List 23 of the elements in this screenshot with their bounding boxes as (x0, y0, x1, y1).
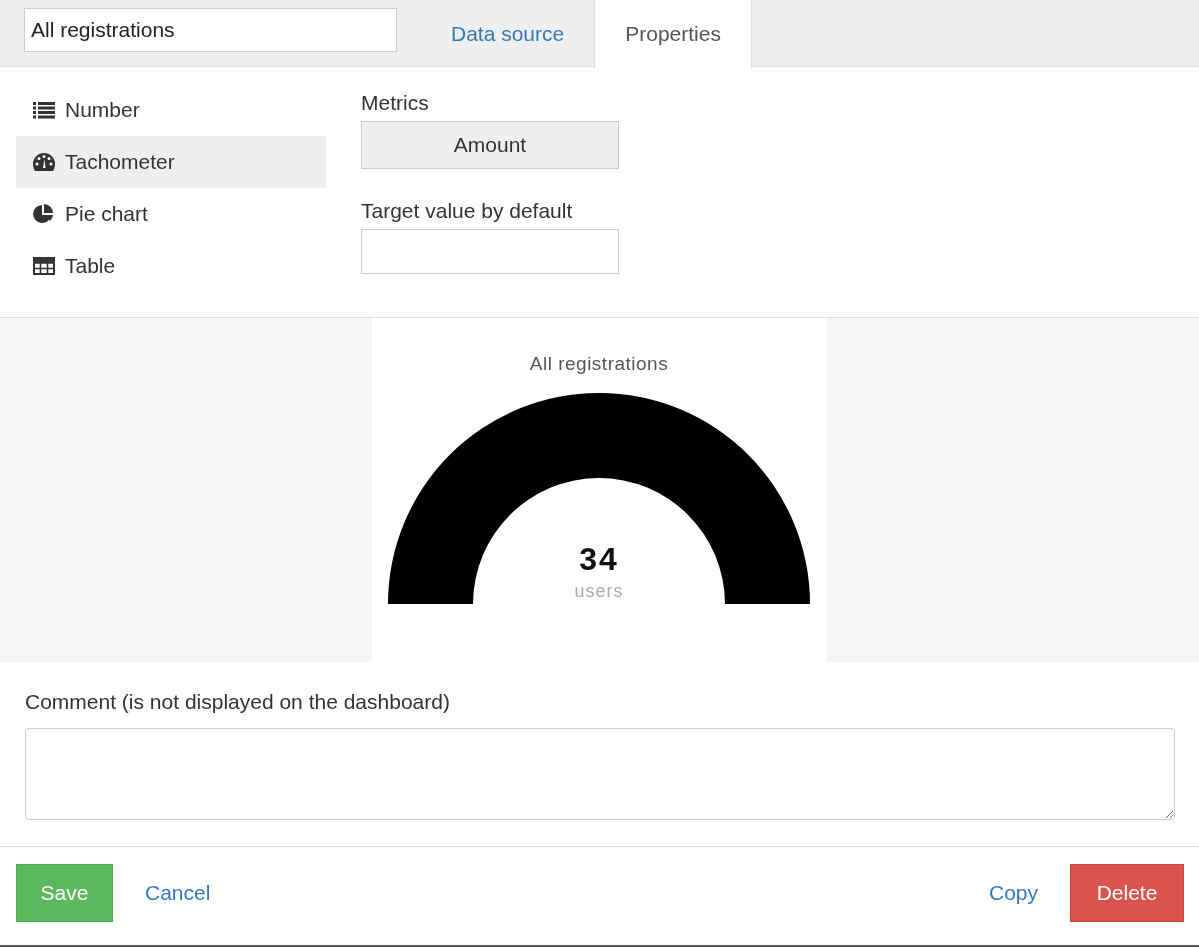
pie-chart-icon (33, 204, 55, 224)
comment-label: Comment (is not displayed on the dashboard) (25, 690, 451, 714)
tab[interactable]: Data source (421, 0, 595, 67)
comment-field[interactable] (25, 728, 1175, 820)
widget-type-item[interactable]: Tachometer (16, 136, 326, 188)
name-field[interactable]: All registrations (24, 8, 397, 52)
gauge-value: 34 (579, 541, 619, 578)
widget-type-item[interactable]: Number (16, 84, 326, 136)
target-value-label: Target value by default (361, 199, 573, 224)
cancel-link[interactable]: Cancel (113, 881, 243, 905)
gauge-title: All registrations (529, 353, 669, 375)
widget-type-item[interactable]: Table (16, 240, 326, 292)
widget-type-item[interactable]: Pie chart (16, 188, 326, 240)
metric-button[interactable]: Amount (361, 121, 619, 169)
tachometer-icon (33, 153, 55, 171)
gauge-unit: users (574, 581, 624, 602)
copy-link[interactable]: Copy (956, 881, 1070, 905)
list-icon (33, 101, 55, 119)
tab[interactable]: Properties (594, 0, 752, 68)
metrics-label: Metrics (361, 91, 429, 116)
table-icon (33, 257, 55, 275)
delete-button[interactable]: Delete (1070, 864, 1184, 922)
target-value-field[interactable] (361, 229, 619, 274)
